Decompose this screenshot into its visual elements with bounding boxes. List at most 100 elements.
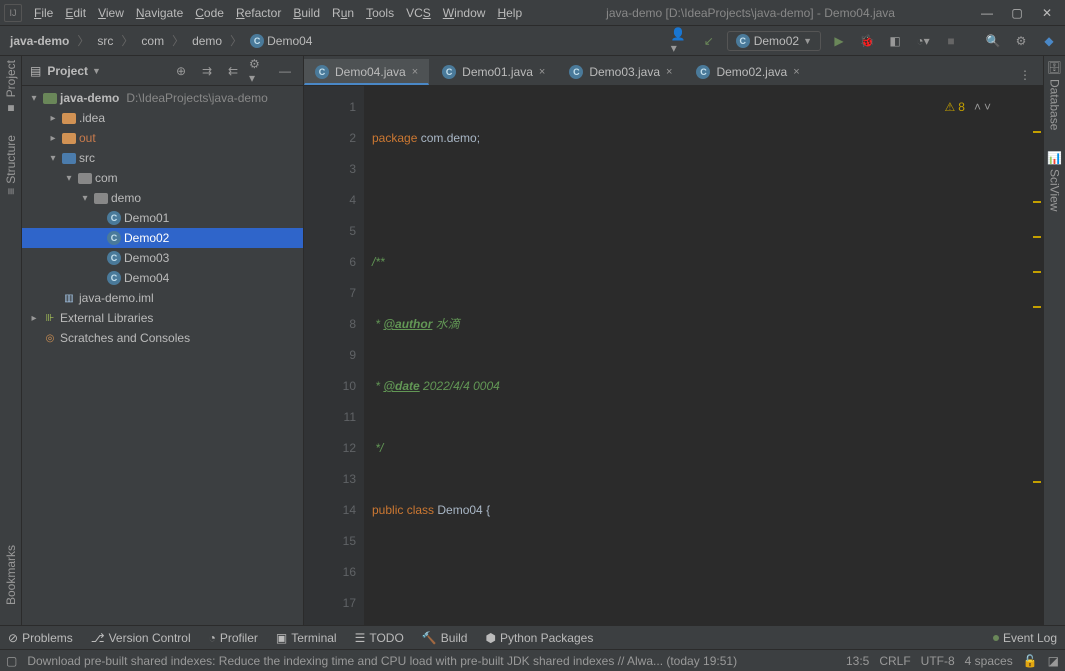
tree-src[interactable]: ▾src	[22, 148, 303, 168]
collapse-all-icon[interactable]: ⇇	[223, 61, 243, 81]
close-tab-icon[interactable]: ×	[539, 66, 545, 78]
panel-title[interactable]: Project ▼	[47, 64, 165, 78]
user-icon[interactable]: 👤▾	[671, 31, 691, 51]
menu-tools[interactable]: Tools	[360, 4, 400, 22]
search-everywhere-button[interactable]: 🔍	[983, 31, 1003, 51]
project-tree[interactable]: ▾java-demoD:\IdeaProjects\java-demo ▸.id…	[22, 86, 303, 625]
module-icon	[43, 93, 57, 104]
menu-help[interactable]: Help	[491, 4, 528, 22]
sciview-tool-button[interactable]: 📊SciView	[1048, 151, 1062, 212]
chevron-down-icon: ▼	[803, 36, 812, 46]
tree-class-demo01[interactable]: CDemo01	[22, 208, 303, 228]
status-toggle-icon[interactable]: ▢	[6, 654, 17, 668]
settings-button[interactable]: ⚙	[1011, 31, 1031, 51]
tree-iml[interactable]: ▥java-demo.iml	[22, 288, 303, 308]
menu-file[interactable]: File	[28, 4, 59, 22]
breadcrumb-class[interactable]: CDemo04	[246, 32, 316, 50]
breadcrumb-project[interactable]: java-demo	[6, 32, 73, 50]
close-button[interactable]: ✕	[1033, 3, 1061, 23]
project-view-icon: ▤	[30, 64, 41, 78]
class-icon: C	[107, 251, 121, 265]
breadcrumb-com[interactable]: com	[137, 32, 168, 50]
tree-class-demo03[interactable]: CDemo03	[22, 248, 303, 268]
run-button[interactable]: ▶	[829, 31, 849, 51]
tree-idea[interactable]: ▸.idea	[22, 108, 303, 128]
tab-demo03[interactable]: CDemo03.java×	[558, 59, 683, 85]
line-number-gutter[interactable]: 123456789101112131415161718	[304, 86, 364, 625]
breadcrumb-demo[interactable]: demo	[188, 32, 226, 50]
stop-button[interactable]: ■	[941, 31, 961, 51]
editor-body[interactable]: 123456789101112131415161718 package com.…	[304, 86, 1043, 625]
locate-icon[interactable]: ⊕	[171, 61, 191, 81]
class-icon: C	[696, 65, 710, 79]
debug-button[interactable]: 🐞	[857, 31, 877, 51]
tab-demo04[interactable]: CDemo04.java×	[304, 59, 429, 85]
readonly-lock-icon[interactable]: 🔓	[1023, 654, 1038, 668]
tree-root[interactable]: ▾java-demoD:\IdeaProjects\java-demo	[22, 88, 303, 108]
event-log-button[interactable]: Event Log	[993, 631, 1057, 645]
panel-settings-icon[interactable]: ⚙ ▾	[249, 61, 269, 81]
left-tool-rail: ■Project ≡Structure Bookmarks	[0, 56, 22, 625]
menu-build[interactable]: Build	[287, 4, 326, 22]
tab-menu-icon[interactable]: ⋮	[1015, 65, 1035, 85]
build-tool-button[interactable]: 🔨Build	[422, 631, 468, 645]
line-separator[interactable]: CRLF	[879, 654, 910, 668]
tree-com[interactable]: ▾com	[22, 168, 303, 188]
menu-window[interactable]: Window	[437, 4, 492, 22]
version-control-tool-button[interactable]: ⎇Version Control	[91, 631, 191, 645]
menu-navigate[interactable]: Navigate	[130, 4, 189, 22]
terminal-tool-button[interactable]: ▣Terminal	[276, 631, 337, 645]
bookmarks-tool-button[interactable]: Bookmarks	[4, 545, 18, 605]
minimize-button[interactable]: —	[973, 3, 1001, 23]
error-stripe[interactable]	[1031, 86, 1043, 625]
tree-out[interactable]: ▸out	[22, 128, 303, 148]
scratch-icon: ◎	[43, 331, 57, 345]
close-tab-icon[interactable]: ×	[412, 66, 418, 78]
menu-code[interactable]: Code	[189, 4, 230, 22]
folder-icon	[62, 113, 76, 124]
tree-class-demo02[interactable]: CDemo02	[22, 228, 303, 248]
title-bar: IJ File Edit View Navigate Code Refactor…	[0, 0, 1065, 26]
caret-position[interactable]: 13:5	[846, 654, 869, 668]
menu-vcs[interactable]: VCS	[400, 4, 437, 22]
inspection-badge[interactable]: ⚠8 ˄ ˅	[945, 92, 991, 123]
hide-panel-icon[interactable]: —	[275, 61, 295, 81]
maximize-button[interactable]: ▢	[1003, 3, 1031, 23]
menu-edit[interactable]: Edit	[59, 4, 92, 22]
coverage-button[interactable]: ◧	[885, 31, 905, 51]
tab-demo02[interactable]: CDemo02.java×	[685, 59, 810, 85]
breadcrumb-src[interactable]: src	[93, 32, 117, 50]
close-tab-icon[interactable]: ×	[793, 66, 799, 78]
memory-indicator-icon[interactable]: ◪	[1048, 654, 1059, 668]
file-encoding[interactable]: UTF-8	[921, 654, 955, 668]
python-packages-tool-button[interactable]: ⬢Python Packages	[485, 631, 593, 645]
expand-all-icon[interactable]: ⇉	[197, 61, 217, 81]
profile-button[interactable]: ◔▾	[913, 31, 933, 51]
run-config-name: Demo02	[754, 34, 799, 48]
app-logo: IJ	[4, 4, 22, 22]
class-icon: C	[107, 271, 121, 285]
tree-class-demo04[interactable]: CDemo04	[22, 268, 303, 288]
problems-tool-button[interactable]: ⊘Problems	[8, 631, 73, 645]
menu-view[interactable]: View	[92, 4, 130, 22]
profiler-tool-button[interactable]: ◔Profiler	[209, 631, 258, 645]
tree-external-libraries[interactable]: ▸⊪External Libraries	[22, 308, 303, 328]
tab-demo01[interactable]: CDemo01.java×	[431, 59, 556, 85]
tree-demo[interactable]: ▾demo	[22, 188, 303, 208]
chevron-down-icon[interactable]: ˅	[984, 92, 991, 123]
database-tool-button[interactable]: 🗄Database	[1048, 60, 1062, 131]
chevron-up-icon[interactable]: ˄	[974, 92, 981, 123]
structure-tool-button[interactable]: ≡Structure	[4, 135, 18, 195]
close-tab-icon[interactable]: ×	[666, 66, 672, 78]
menu-run[interactable]: Run	[326, 4, 360, 22]
ide-features-button[interactable]: ◆	[1039, 31, 1059, 51]
todo-tool-button[interactable]: ☰TODO	[355, 631, 404, 645]
indent-setting[interactable]: 4 spaces	[965, 654, 1013, 668]
run-configuration-selector[interactable]: C Demo02 ▼	[727, 31, 821, 51]
code-content[interactable]: package com.demo; /** * @author 水滴 * @da…	[364, 86, 1031, 625]
project-tool-button[interactable]: ■Project	[4, 60, 18, 115]
tree-scratches[interactable]: ◎Scratches and Consoles	[22, 328, 303, 348]
menu-refactor[interactable]: Refactor	[230, 4, 287, 22]
status-message[interactable]: Download pre-built shared indexes: Reduc…	[27, 654, 836, 668]
build-hammer-icon[interactable]: ↙	[699, 31, 719, 51]
